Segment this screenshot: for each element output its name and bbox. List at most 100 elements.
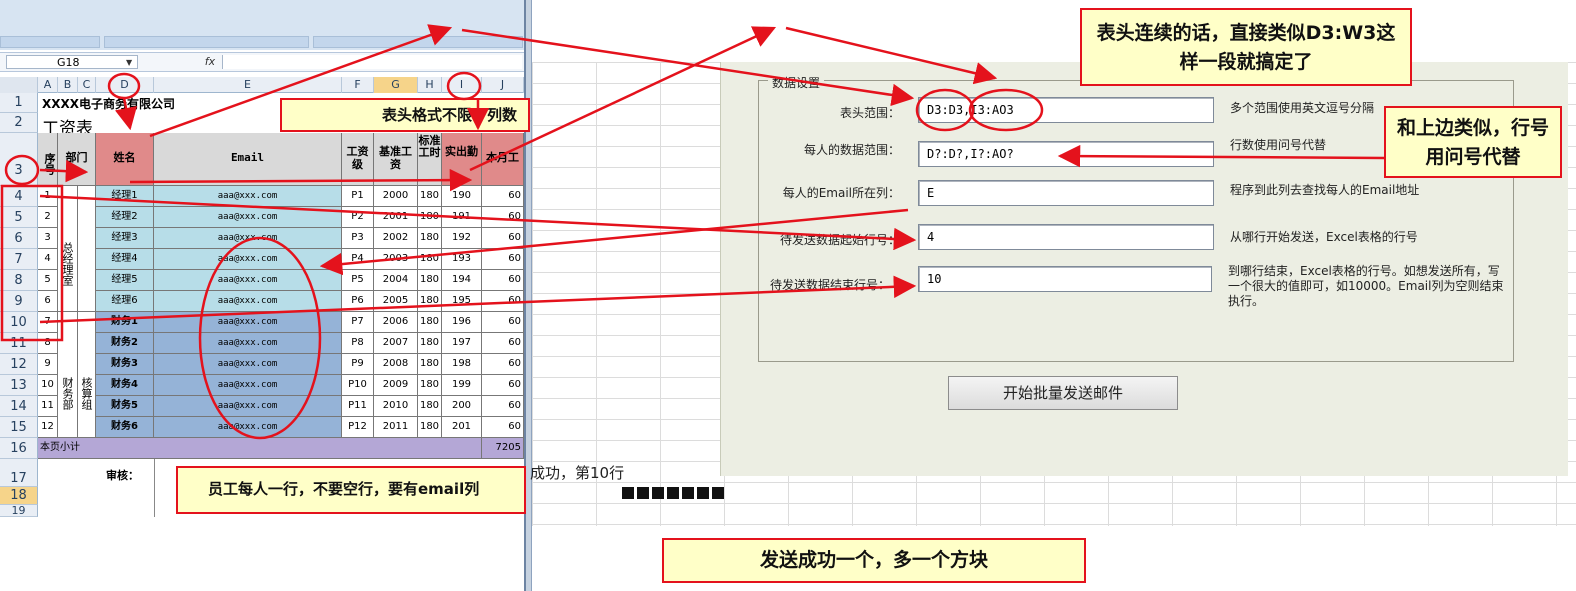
table-cell-std[interactable]: 180: [418, 291, 442, 312]
table-cell-actual[interactable]: 197: [442, 333, 482, 354]
table-cell-month[interactable]: 60: [482, 417, 524, 438]
table-cell-grade[interactable]: P2: [342, 207, 374, 228]
subtotal-value-cell[interactable]: 7205: [482, 438, 524, 459]
table-cell-month[interactable]: 60: [482, 396, 524, 417]
dept-manager-cell[interactable]: 总经理室: [58, 186, 78, 312]
table-cell-actual[interactable]: 194: [442, 270, 482, 291]
column-header-f[interactable]: F: [342, 77, 374, 93]
ribbon-group[interactable]: [0, 36, 100, 48]
company-name-cell[interactable]: XXXX电子商务有限公司: [42, 95, 175, 112]
table-cell-base[interactable]: 2000: [374, 186, 418, 207]
table-cell-actual[interactable]: 191: [442, 207, 482, 228]
table-cell-base[interactable]: 2005: [374, 291, 418, 312]
table-cell-std[interactable]: 180: [418, 207, 442, 228]
table-cell-email[interactable]: aaa@xxx.com: [154, 312, 342, 333]
start-send-button[interactable]: 开始批量发送邮件: [948, 376, 1178, 410]
table-cell-grade[interactable]: P6: [342, 291, 374, 312]
table-cell-grade[interactable]: P5: [342, 270, 374, 291]
table-cell-seq[interactable]: 7: [38, 312, 58, 333]
table-cell-grade[interactable]: P8: [342, 333, 374, 354]
column-header-d[interactable]: D: [96, 77, 154, 93]
table-cell-month[interactable]: 60: [482, 312, 524, 333]
table-cell-grade[interactable]: P3: [342, 228, 374, 249]
row-header[interactable]: 5: [0, 207, 38, 228]
fx-icon[interactable]: fx: [200, 54, 220, 70]
row-header[interactable]: 17: [0, 459, 38, 487]
end-row-input[interactable]: 10: [918, 266, 1212, 292]
column-header-e[interactable]: E: [154, 77, 342, 93]
column-header-a[interactable]: A: [38, 77, 58, 93]
table-cell-email[interactable]: aaa@xxx.com: [154, 228, 342, 249]
header-actual[interactable]: 实出勤: [442, 133, 482, 186]
table-cell-seq[interactable]: 3: [38, 228, 58, 249]
table-cell-actual[interactable]: 190: [442, 186, 482, 207]
table-cell-actual[interactable]: 200: [442, 396, 482, 417]
row-header[interactable]: 2: [0, 113, 38, 133]
table-cell-std[interactable]: 180: [418, 354, 442, 375]
table-cell-month[interactable]: 60: [482, 186, 524, 207]
person-range-input[interactable]: D?:D?,I?:AO?: [918, 141, 1214, 167]
table-cell-month[interactable]: 60: [482, 207, 524, 228]
table-cell-email[interactable]: aaa@xxx.com: [154, 207, 342, 228]
table-cell-name[interactable]: 经理5: [96, 270, 154, 291]
table-cell-base[interactable]: 2002: [374, 228, 418, 249]
column-header-j[interactable]: J: [482, 77, 524, 93]
row-header[interactable]: 8: [0, 270, 38, 291]
table-cell-base[interactable]: 2001: [374, 207, 418, 228]
table-cell-std[interactable]: 180: [418, 333, 442, 354]
start-row-input[interactable]: 4: [918, 224, 1214, 250]
table-cell-name[interactable]: 财务1: [96, 312, 154, 333]
table-cell-grade[interactable]: P4: [342, 249, 374, 270]
table-cell-email[interactable]: aaa@xxx.com: [154, 291, 342, 312]
table-cell-name[interactable]: 经理1: [96, 186, 154, 207]
table-cell-month[interactable]: 60: [482, 333, 524, 354]
table-cell-name[interactable]: 财务6: [96, 417, 154, 438]
table-cell-month[interactable]: 60: [482, 228, 524, 249]
column-header-c[interactable]: C: [78, 77, 96, 93]
table-cell-base[interactable]: 2006: [374, 312, 418, 333]
row-header[interactable]: 18: [0, 487, 38, 505]
table-cell-name[interactable]: 经理2: [96, 207, 154, 228]
table-cell-std[interactable]: 180: [418, 228, 442, 249]
table-cell-base[interactable]: 2010: [374, 396, 418, 417]
table-cell-seq[interactable]: 11: [38, 396, 58, 417]
table-cell-seq[interactable]: 8: [38, 333, 58, 354]
review-label[interactable]: 审核：: [106, 467, 139, 483]
dept-audit-cell[interactable]: 核算组: [78, 312, 96, 438]
ribbon-group[interactable]: [104, 36, 309, 48]
table-cell-actual[interactable]: 198: [442, 354, 482, 375]
dept-manager-sub-cell[interactable]: [78, 186, 96, 312]
table-cell-base[interactable]: 2007: [374, 333, 418, 354]
column-header-g[interactable]: G: [374, 77, 418, 93]
table-cell-grade[interactable]: P7: [342, 312, 374, 333]
table-cell-seq[interactable]: 10: [38, 375, 58, 396]
header-month[interactable]: 本月工: [482, 133, 524, 186]
table-cell-seq[interactable]: 12: [38, 417, 58, 438]
row-header[interactable]: 16: [0, 438, 38, 459]
table-cell-name[interactable]: 财务3: [96, 354, 154, 375]
chevron-down-icon[interactable]: ▼: [126, 58, 132, 67]
row-header[interactable]: 13: [0, 375, 38, 396]
name-box[interactable]: G18: [6, 55, 138, 69]
table-cell-std[interactable]: 180: [418, 312, 442, 333]
table-cell-grade[interactable]: P1: [342, 186, 374, 207]
header-grade[interactable]: 工资级: [342, 133, 374, 186]
row-header[interactable]: 7: [0, 249, 38, 270]
table-cell-seq[interactable]: 9: [38, 354, 58, 375]
table-cell-name[interactable]: 财务4: [96, 375, 154, 396]
table-cell-name[interactable]: 经理4: [96, 249, 154, 270]
table-cell-actual[interactable]: 195: [442, 291, 482, 312]
table-cell-std[interactable]: 180: [418, 186, 442, 207]
table-cell-std[interactable]: 180: [418, 270, 442, 291]
table-cell-name[interactable]: 财务5: [96, 396, 154, 417]
table-cell-email[interactable]: aaa@xxx.com: [154, 333, 342, 354]
row-header[interactable]: 12: [0, 354, 38, 375]
table-cell-email[interactable]: aaa@xxx.com: [154, 396, 342, 417]
row-header[interactable]: 9: [0, 291, 38, 312]
table-cell-email[interactable]: aaa@xxx.com: [154, 417, 342, 438]
table-cell-name[interactable]: 财务2: [96, 333, 154, 354]
ribbon-group[interactable]: [313, 36, 523, 48]
table-cell-grade[interactable]: P12: [342, 417, 374, 438]
header-name[interactable]: 姓名: [96, 133, 154, 186]
header-email[interactable]: Email: [154, 133, 342, 186]
